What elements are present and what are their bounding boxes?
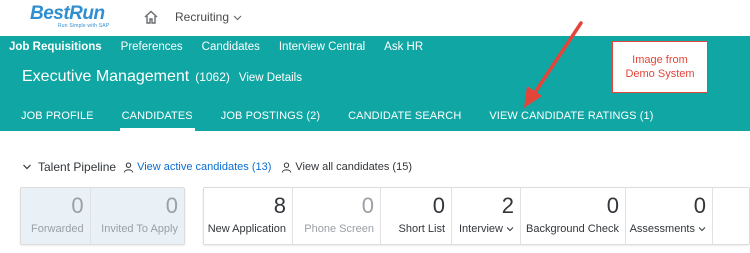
bestrun-logo[interactable]: BestRun Run Simple with SAP [30,4,110,34]
subnav-candidates[interactable]: Candidates [202,41,260,53]
status-count: 0 [165,193,178,218]
view-active-candidates-link[interactable]: View active candidates (13) [123,161,271,173]
status-label: Background Check [526,223,619,235]
home-icon[interactable] [143,9,159,25]
status-tile-forwarded[interactable]: 0 Forwarded [21,188,91,244]
person-icon [282,162,292,173]
annotation-text: Image from Demo System [625,54,695,80]
status-count: 0 [432,193,445,218]
tab-job-profile[interactable]: JOB PROFILE [11,100,104,131]
tab-candidates[interactable]: CANDIDATES [112,100,203,131]
chevron-down-icon [233,15,242,20]
subnav-interview-central[interactable]: Interview Central [279,41,365,53]
status-label-with-dropdown: Assessments [630,223,706,235]
status-tile-invited-to-apply[interactable]: 0 Invited To Apply [91,188,184,244]
status-count: 0 [71,193,84,218]
status-count: 0 [606,193,619,218]
status-label: Interview [458,223,503,235]
status-label: Forwarded [31,223,84,235]
status-count: 0 [361,193,374,218]
pipeline-title: Talent Pipeline [38,160,117,174]
shell-bar: BestRun Run Simple with SAP Recruiting [0,0,750,36]
tab-job-postings[interactable]: JOB POSTINGS (2) [211,100,330,131]
status-tile-partial[interactable] [713,188,749,244]
status-tile-background-check[interactable]: 0 Background Check [521,188,626,244]
person-icon [123,162,134,173]
status-label: Phone Screen [304,223,374,235]
view-all-candidates-label: View all candidates (15) [295,161,412,173]
talent-pipeline-header: Talent Pipeline View active candidates (… [22,160,422,174]
tab-candidate-search[interactable]: CANDIDATE SEARCH [338,100,471,131]
annotation-note: Image from Demo System [612,41,708,93]
status-count: 2 [501,193,514,218]
collapse-chevron-icon[interactable] [22,162,32,172]
status-tile-assessments[interactable]: 0 Assessments [626,188,713,244]
status-tile-interview[interactable]: 2 Interview [452,188,521,244]
status-count: 8 [273,193,286,218]
title-row: Executive Management (1062) View Details [22,68,302,86]
status-tile-short-list[interactable]: 0 Short List [381,188,452,244]
status-label: Assessments [629,223,695,235]
status-label: Invited To Apply [101,223,178,235]
logo-tagline: Run Simple with SAP [58,23,110,29]
requisition-count: (1062) [195,70,230,84]
subnav-ask-hr[interactable]: Ask HR [384,41,423,53]
sub-navigation: Job Requisitions Preferences Candidates … [0,36,442,58]
tab-bar: JOB PROFILE CANDIDATES JOB POSTINGS (2) … [0,100,664,131]
logo-text: BestRun [30,3,105,24]
view-all-candidates-link[interactable]: View all candidates (15) [281,161,412,173]
pre-application-group: 0 Forwarded 0 Invited To Apply [20,187,185,245]
status-tile-phone-screen[interactable]: 0 Phone Screen [293,188,381,244]
chevron-down-icon[interactable] [506,225,514,233]
status-tile-new-application[interactable]: 8 New Application [204,188,293,244]
status-label-with-dropdown: Interview [459,223,514,235]
module-switcher[interactable]: Recruiting [175,10,242,24]
subnav-preferences[interactable]: Preferences [121,41,183,53]
pipeline-stages-group: 8 New Application 0 Phone Screen 0 Short… [203,187,750,245]
view-details-link[interactable]: View Details [239,72,302,84]
module-label: Recruiting [175,10,230,24]
page-title: Executive Management [22,68,190,85]
status-count: 0 [693,193,706,218]
status-label: New Application [207,223,286,235]
chevron-down-icon[interactable] [698,225,706,233]
view-active-candidates-label: View active candidates (13) [137,161,272,173]
status-label: Short List [398,223,445,235]
subnav-job-requisitions[interactable]: Job Requisitions [9,41,102,53]
tab-view-candidate-ratings[interactable]: VIEW CANDIDATE RATINGS (1) [479,100,663,131]
